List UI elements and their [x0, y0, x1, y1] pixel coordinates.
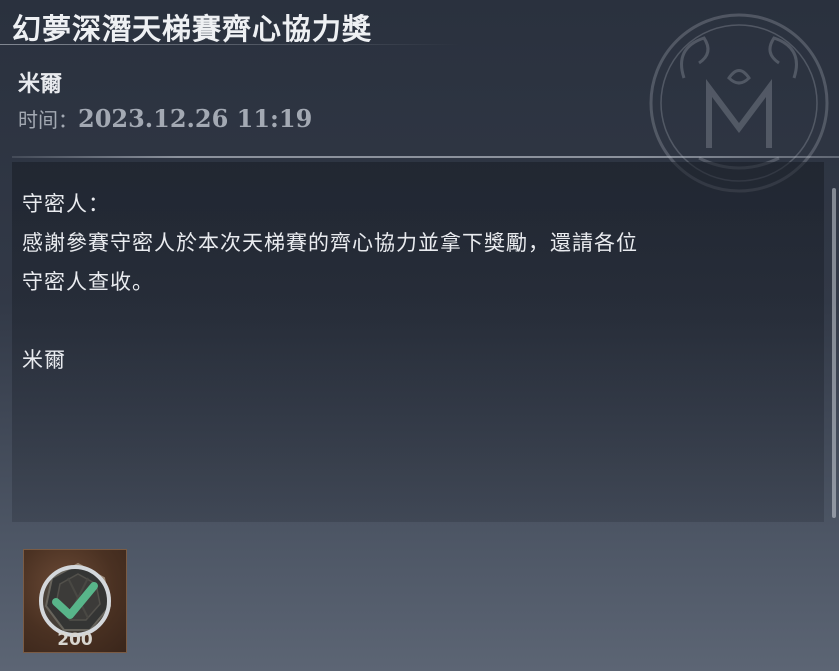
time-value: 2023.12.26 11:19 [78, 104, 313, 133]
body-scrollbar[interactable] [832, 188, 836, 518]
mail-timestamp: 时间：2023.12.26 11:19 [18, 104, 312, 133]
mail-panel: 幻夢深潛天梯賽齊心協力獎 米爾 时间：2023.12.26 11:19 守密人：… [0, 0, 839, 671]
claimed-check-icon [39, 565, 111, 637]
header-divider [12, 156, 839, 158]
mail-body-text: 守密人： 感謝參賽守密人於本次天梯賽的齊心協力並拿下獎勵，還請各位 守密人查收。… [22, 185, 802, 380]
mail-sender: 米爾 [18, 71, 63, 97]
body-greeting: 守密人： [22, 192, 110, 216]
body-signature: 米爾 [22, 348, 66, 372]
attachment-item[interactable]: 200 [23, 549, 127, 653]
body-line: 守密人查收。 [22, 270, 154, 294]
title-divider [0, 44, 460, 45]
attachment-quantity: 200 [57, 630, 93, 650]
time-label: 时间： [18, 108, 78, 132]
mail-title: 幻夢深潛天梯賽齊心協力獎 [12, 12, 373, 46]
body-line: 感謝參賽守密人於本次天梯賽的齊心協力並拿下獎勵，還請各位 [22, 231, 638, 255]
